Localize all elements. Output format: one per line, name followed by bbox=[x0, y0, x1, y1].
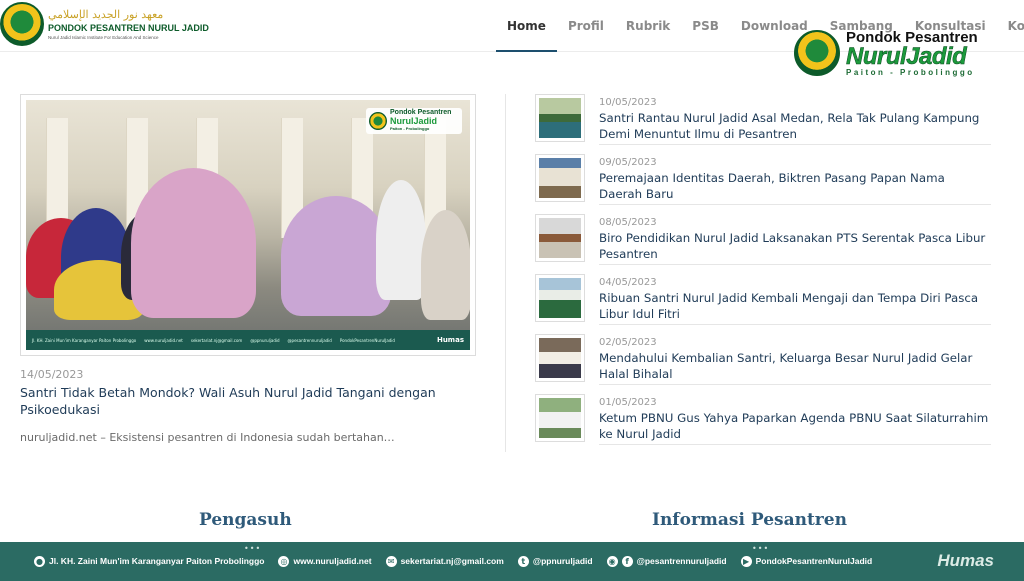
nav-kontak[interactable]: Kontak bbox=[997, 0, 1024, 52]
news-list: 10/05/2023 Santri Rantau Nurul Jadid Asa… bbox=[535, 94, 991, 454]
news-title-link[interactable]: Ketum PBNU Gus Yahya Paparkan Agenda PBN… bbox=[599, 411, 989, 442]
page: معهد نور الجديد الإسلامي PONDOK PESANTRE… bbox=[0, 0, 1024, 581]
list-item: 08/05/2023 Biro Pendidikan Nurul Jadid L… bbox=[535, 214, 991, 274]
featured-post: Pondok Pesantren NurulJadid Paiton - Pro… bbox=[20, 94, 476, 444]
location-icon: ● bbox=[34, 555, 45, 567]
news-thumbnail[interactable] bbox=[535, 154, 585, 202]
photo-badge: Pondok Pesantren NurulJadid Paiton - Pro… bbox=[366, 108, 462, 134]
logo-subtitle: Nurul Jadid Islamic Institute For Educat… bbox=[48, 34, 159, 40]
mail-icon: ✉ bbox=[385, 555, 397, 567]
section-title-informasi: Informasi Pesantren bbox=[652, 510, 847, 530]
logo-name: PONDOK PESANTREN NURUL JADID bbox=[48, 22, 209, 33]
news-date: 02/05/2023 bbox=[599, 337, 657, 348]
list-item: 10/05/2023 Santri Rantau Nurul Jadid Asa… bbox=[535, 94, 991, 154]
globe-icon: ◎ bbox=[278, 555, 290, 567]
list-item: 01/05/2023 Ketum PBNU Gus Yahya Paparkan… bbox=[535, 394, 991, 454]
news-thumbnail[interactable] bbox=[535, 274, 585, 322]
news-date: 04/05/2023 bbox=[599, 277, 657, 288]
logo-emblem-icon bbox=[0, 2, 44, 46]
brand-emblem-icon bbox=[794, 30, 840, 76]
brand-main: NurulJadid bbox=[846, 42, 967, 70]
logo-arabic: معهد نور الجديد الإسلامي bbox=[48, 7, 164, 21]
news-date: 09/05/2023 bbox=[599, 157, 657, 168]
brand-bottom: Paiton - Probolinggo bbox=[846, 67, 975, 77]
news-title-link[interactable]: Ribuan Santri Nurul Jadid Kembali Mengaj… bbox=[599, 291, 989, 322]
footer-twitter[interactable]: t @ppnuruljadid bbox=[517, 555, 593, 567]
footer-instagram[interactable]: ◉ f @pesantrennuruljadid bbox=[606, 555, 727, 567]
featured-title-link[interactable]: Santri Tidak Betah Mondok? Wali Asuh Nur… bbox=[20, 384, 476, 418]
nav-home[interactable]: Home bbox=[496, 0, 557, 52]
logo-text: معهد نور الجديد الإسلامي PONDOK PESANTRE… bbox=[48, 7, 209, 42]
news-thumbnail[interactable] bbox=[535, 214, 585, 262]
site-logo[interactable]: معهد نور الجديد الإسلامي PONDOK PESANTRE… bbox=[0, 2, 209, 46]
nav-profil[interactable]: Profil bbox=[557, 0, 615, 52]
column-divider bbox=[505, 94, 506, 452]
news-title-link[interactable]: Peremajaan Identitas Daerah, Biktren Pas… bbox=[599, 171, 989, 202]
featured-excerpt: nuruljadid.net – Eksistensi pesantren di… bbox=[20, 431, 395, 444]
news-date: 01/05/2023 bbox=[599, 397, 657, 408]
footer-email[interactable]: ✉ sekertariat.nj@gmail.com bbox=[385, 555, 504, 567]
news-title-link[interactable]: Santri Rantau Nurul Jadid Asal Medan, Re… bbox=[599, 111, 989, 142]
featured-image[interactable]: Pondok Pesantren NurulJadid Paiton - Pro… bbox=[20, 94, 476, 356]
news-thumbnail[interactable] bbox=[535, 334, 585, 382]
twitter-icon: t bbox=[517, 555, 529, 567]
brand-watermark: Pondok Pesantren NurulJadid Paiton - Pro… bbox=[794, 28, 998, 78]
news-thumbnail[interactable] bbox=[535, 94, 585, 142]
news-date: 08/05/2023 bbox=[599, 217, 657, 228]
photo-badge-emblem-icon bbox=[369, 112, 387, 130]
footer-address[interactable]: ● Jl. KH. Zaini Mun'im Karanganyar Paito… bbox=[34, 555, 264, 567]
section-title-pengasuh: Pengasuh bbox=[199, 510, 292, 530]
instagram-icon: ◉ bbox=[606, 555, 618, 567]
news-thumbnail[interactable] bbox=[535, 394, 585, 442]
nav-rubrik[interactable]: Rubrik bbox=[615, 0, 681, 52]
featured-date: 14/05/2023 bbox=[20, 368, 84, 381]
humas-logo: Humas bbox=[937, 551, 994, 570]
news-title-link[interactable]: Biro Pendidikan Nurul Jadid Laksanakan P… bbox=[599, 231, 989, 262]
news-date: 10/05/2023 bbox=[599, 97, 657, 108]
footer-youtube[interactable]: ▶ PondokPesantrenNurulJadid bbox=[740, 555, 872, 567]
featured-photo: Pondok Pesantren NurulJadid Paiton - Pro… bbox=[26, 100, 470, 350]
list-item: 09/05/2023 Peremajaan Identitas Daerah, … bbox=[535, 154, 991, 214]
footer-website[interactable]: ◎ www.nuruljadid.net bbox=[278, 555, 372, 567]
photo-caption-strip: Jl. KH. Zaini Mun'im Karanganyar Paiton … bbox=[26, 330, 470, 350]
footer-contact-bar: ● Jl. KH. Zaini Mun'im Karanganyar Paito… bbox=[0, 548, 1024, 574]
list-item: 02/05/2023 Mendahului Kembalian Santri, … bbox=[535, 334, 991, 394]
youtube-icon: ▶ bbox=[740, 555, 752, 567]
list-item: 04/05/2023 Ribuan Santri Nurul Jadid Kem… bbox=[535, 274, 991, 334]
news-title-link[interactable]: Mendahului Kembalian Santri, Keluarga Be… bbox=[599, 351, 989, 382]
nav-psb[interactable]: PSB bbox=[681, 0, 730, 52]
facebook-icon: f bbox=[621, 555, 633, 567]
